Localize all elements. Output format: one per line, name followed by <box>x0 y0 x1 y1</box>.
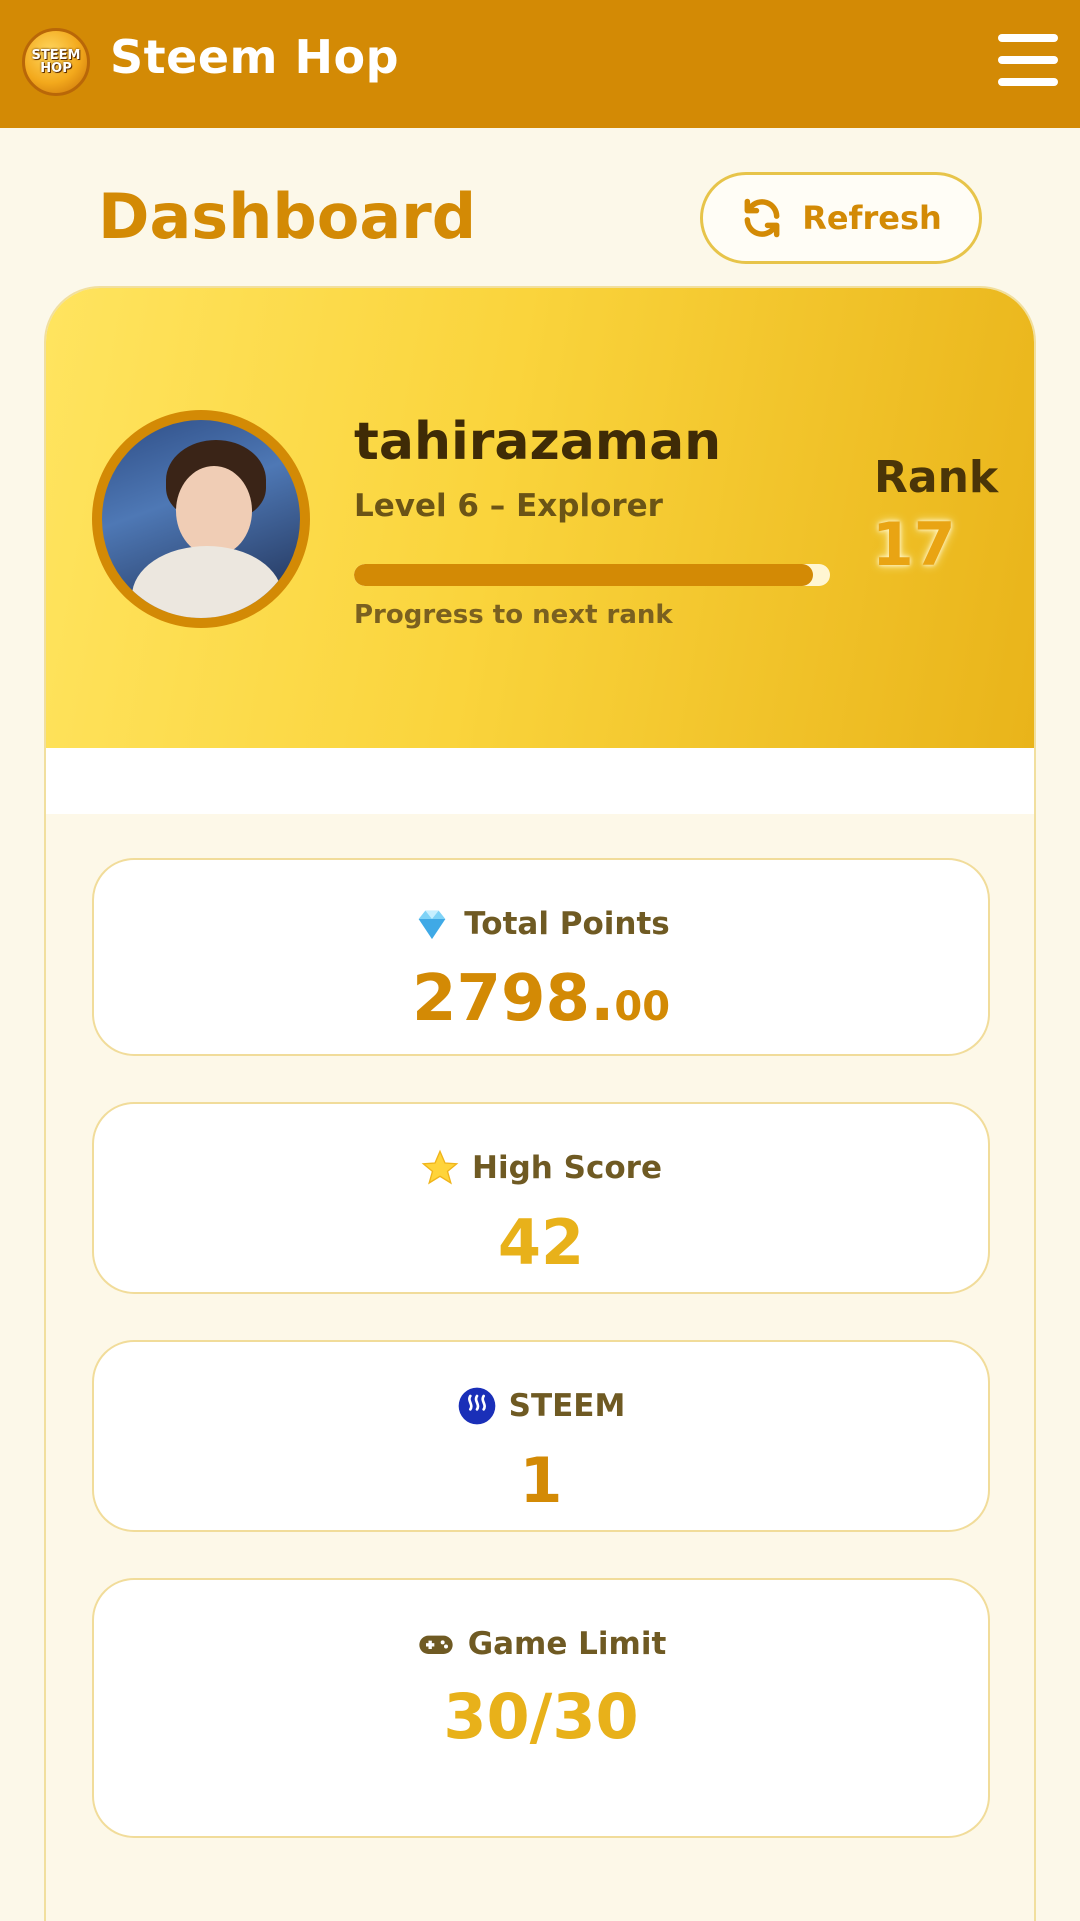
total-points-title: Total Points <box>464 906 670 942</box>
rank-progress-bar <box>354 564 830 586</box>
progress-label: Progress to next rank <box>354 600 673 630</box>
refresh-icon <box>744 198 780 238</box>
gamepad-icon <box>419 1635 453 1654</box>
total-points-card: Total Points 2798.00 <box>92 858 990 1056</box>
diamond-icon <box>418 910 446 939</box>
high-score-title: High Score <box>472 1150 662 1186</box>
steem-value: 1 <box>519 1444 563 1517</box>
steem-title: STEEM <box>508 1388 626 1424</box>
star-icon <box>421 1149 459 1185</box>
top-bar: STEEM HOP Steem Hop <box>0 0 1080 128</box>
app-logo[interactable]: STEEM HOP <box>22 28 90 96</box>
refresh-label: Refresh <box>802 199 942 237</box>
dashboard-card: tahirazaman Level 6 – Explorer Progress … <box>44 286 1036 1921</box>
high-score-value: 42 <box>497 1206 585 1279</box>
rank-label: Rank <box>874 452 999 503</box>
refresh-button[interactable]: Refresh <box>700 172 982 264</box>
rank-progress-fill <box>354 564 814 586</box>
game-limit-card: Game Limit 30/30 <box>92 1578 990 1838</box>
app-title[interactable]: Steem Hop <box>110 30 399 84</box>
hamburger-menu-icon[interactable] <box>998 34 1058 86</box>
steem-card: STEEM 1 <box>92 1340 990 1532</box>
profile-banner: tahirazaman Level 6 – Explorer Progress … <box>46 288 1034 748</box>
avatar[interactable] <box>92 410 310 628</box>
rank-value: 17 <box>872 510 956 580</box>
game-limit-title: Game Limit <box>467 1626 667 1662</box>
steem-logo-icon <box>458 1387 495 1425</box>
level-label: Level 6 – Explorer <box>354 488 663 524</box>
game-limit-value: 30/30 <box>443 1680 639 1753</box>
username: tahirazaman <box>354 412 722 472</box>
banner-divider <box>46 748 1034 814</box>
high-score-card: High Score 42 <box>92 1102 990 1294</box>
page-title: Dashboard <box>98 180 477 253</box>
total-points-value: 2798.00 <box>411 962 671 1036</box>
app-logo-text: STEEM HOP <box>31 48 81 76</box>
